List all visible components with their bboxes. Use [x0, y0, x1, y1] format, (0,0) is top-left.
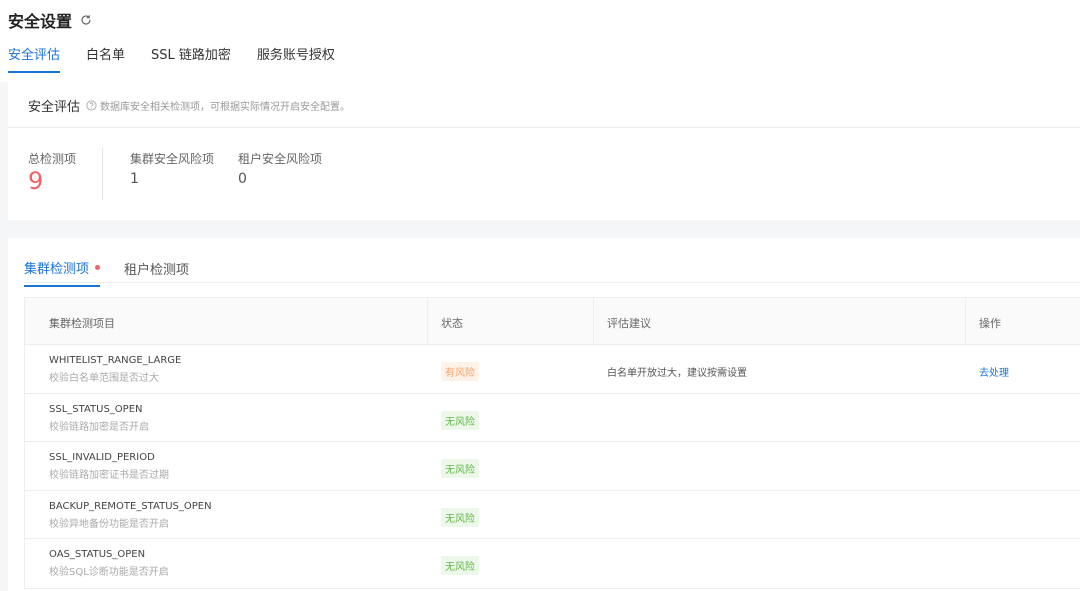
title-row: 安全设置 — [8, 8, 92, 32]
tabs-underline — [24, 282, 1080, 283]
tab-tenant-checks-label: 租户检测项 — [124, 263, 190, 278]
handle-link[interactable]: 去处理 — [979, 364, 1009, 379]
column-header-action: 操作 — [979, 317, 1001, 330]
status-badge: 有风险 — [441, 362, 479, 381]
status-badge: 无风险 — [441, 459, 479, 478]
tab-whitelist[interactable]: 白名单 — [86, 44, 125, 73]
notification-dot — [95, 265, 101, 270]
assessment-header: 安全评估 数据库安全相关检测项，可根据实际情况开启安全配置。 — [28, 96, 350, 115]
check-name: OAS_STATUS_OPEN — [49, 549, 146, 560]
stat-total: 总检测项 9 — [28, 150, 76, 195]
check-description: 校验链路加密证书是否过期 — [49, 470, 169, 481]
check-name-cell: SSL_INVALID_PERIOD 校验链路加密证书是否过期 — [49, 452, 169, 481]
check-name-cell: BACKUP_REMOTE_STATUS_OPEN 校验异地备份功能是否开启 — [49, 501, 212, 530]
column-divider — [427, 298, 428, 344]
column-divider — [965, 298, 966, 344]
tab-ssl-encryption[interactable]: SSL 链路加密 — [151, 44, 231, 73]
check-name-cell: WHITELIST_RANGE_LARGE 校验白名单范围是否过大 — [49, 355, 181, 384]
stat-cluster-risk-label: 集群安全风险项 — [130, 152, 215, 166]
check-description: 校验SQL诊断功能是否开启 — [49, 567, 169, 578]
table-row: WHITELIST_RANGE_LARGE 校验白名单范围是否过大 有风险 白名… — [25, 345, 1080, 394]
help-circle-icon — [86, 100, 97, 111]
assessment-card: 安全评估 数据库安全相关检测项，可根据实际情况开启安全配置。 总检测项 9 集群… — [8, 82, 1080, 220]
page-header: 安全设置 安全评估 白名单 SSL 链路加密 服务账号授权 — [0, 0, 1080, 82]
stat-tenant-risk-value: 0 — [238, 171, 247, 187]
stat-total-value: 9 — [28, 167, 44, 195]
table-row: SSL_STATUS_OPEN 校验链路加密是否开启 无风险 — [25, 394, 1080, 442]
check-name: WHITELIST_RANGE_LARGE — [49, 355, 182, 366]
assessment-title: 安全评估 — [28, 100, 81, 115]
column-header-item: 集群检测项目 — [49, 317, 115, 330]
status-badge: 无风险 — [441, 410, 479, 430]
column-header-status: 状态 — [441, 317, 463, 330]
page-title: 安全设置 — [8, 12, 73, 31]
check-name-cell: SSL_STATUS_OPEN 校验链路加密是否开启 — [49, 404, 149, 433]
check-description: 校验异地备份功能是否开启 — [49, 518, 169, 530]
table-row: SSL_INVALID_PERIOD 校验链路加密证书是否过期 无风险 — [25, 442, 1080, 491]
assessment-help-text: 数据库安全相关检测项，可根据实际情况开启安全配置。 — [100, 102, 351, 113]
checks-table: 集群检测项目 状态 评估建议 操作 WHITELIST_RANGE_LARGE … — [24, 297, 1080, 589]
check-name: SSL_STATUS_OPEN — [49, 403, 143, 415]
refresh-icon[interactable] — [80, 14, 92, 26]
stat-total-label: 总检测项 — [28, 152, 77, 166]
check-name: BACKUP_REMOTE_STATUS_OPEN — [49, 500, 212, 512]
status-badge: 无风险 — [441, 556, 479, 575]
tab-cluster-checks-label: 集群检测项 — [24, 262, 90, 277]
table-row: OAS_STATUS_OPEN 校验SQL诊断功能是否开启 无风险 — [25, 539, 1080, 588]
stat-divider — [102, 148, 103, 200]
tab-security-assessment[interactable]: 安全评估 — [8, 44, 61, 73]
check-name: SSL_INVALID_PERIOD — [49, 452, 155, 463]
checks-card: 集群检测项 租户检测项 集群检测项目 状态 评估建议 操作 WHITELIST_… — [8, 238, 1080, 591]
check-description: 校验白名单范围是否过大 — [49, 373, 159, 384]
status-badge: 无风险 — [441, 507, 479, 527]
tab-service-account[interactable]: 服务账号授权 — [257, 44, 335, 73]
stat-cluster-risk: 集群安全风险项 1 — [130, 150, 214, 187]
check-description: 校验链路加密是否开启 — [49, 421, 149, 433]
stat-tenant-risk: 租户安全风险项 0 — [238, 150, 322, 187]
stat-cluster-risk-value: 1 — [130, 171, 139, 187]
stat-tenant-risk-label: 租户安全风险项 — [238, 152, 323, 166]
column-header-advice: 评估建议 — [607, 317, 651, 330]
column-divider — [593, 298, 594, 344]
check-name-cell: OAS_STATUS_OPEN 校验SQL诊断功能是否开启 — [49, 549, 169, 578]
table-header: 集群检测项目 状态 评估建议 操作 — [25, 298, 1080, 345]
divider — [8, 127, 1080, 128]
main-tabs: 安全评估 白名单 SSL 链路加密 服务账号授权 — [8, 44, 361, 73]
table-row: BACKUP_REMOTE_STATUS_OPEN 校验异地备份功能是否开启 无… — [25, 491, 1080, 539]
advice-text: 白名单开放过大，建议按需设置 — [607, 368, 747, 379]
